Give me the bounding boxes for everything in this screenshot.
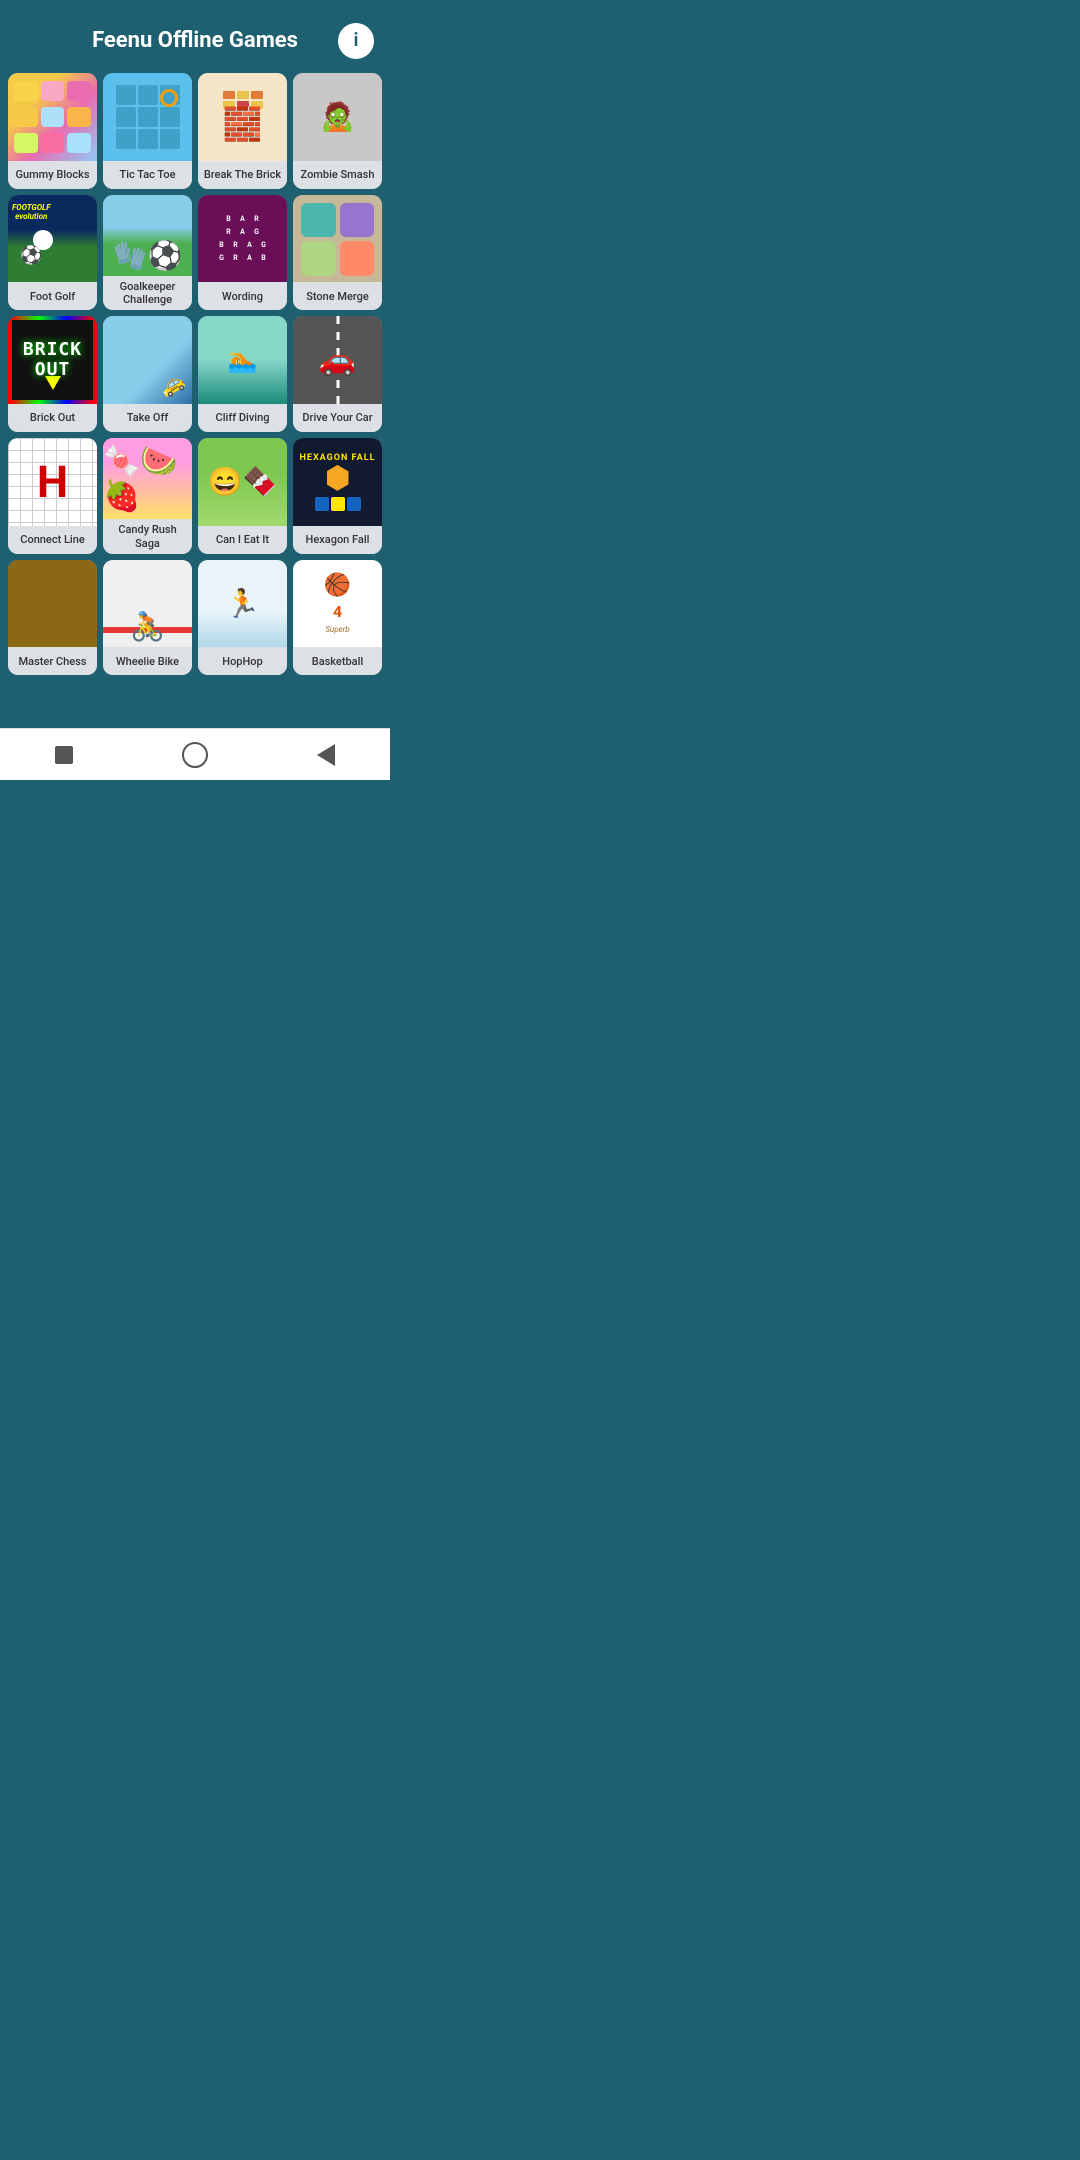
- game-card-hophop[interactable]: 🏃 HopHop: [198, 560, 287, 676]
- game-card-cliff-diving[interactable]: 🏊 Cliff Diving: [198, 316, 287, 432]
- game-card-drive-your-car[interactable]: 🚗 Drive Your Car: [293, 316, 382, 432]
- game-label-hophop: HopHop: [198, 647, 287, 675]
- game-thumb-wheelie-bike: 🚴: [103, 560, 192, 648]
- game-card-gummy-blocks[interactable]: Gummy Blocks: [8, 73, 97, 189]
- game-thumb-cliff-diving: 🏊: [198, 316, 287, 404]
- game-label-break-the-brick: Break The Brick: [198, 161, 287, 189]
- game-thumb-hophop: 🏃: [198, 560, 287, 648]
- game-card-goalkeeper-challenge[interactable]: 🧤⚽ Goalkeeper Challenge: [103, 195, 192, 311]
- game-label-cliff-diving: Cliff Diving: [198, 404, 287, 432]
- game-thumb-wording: BAR RAG BRAG GRAB: [198, 195, 287, 283]
- game-card-can-i-eat-it[interactable]: 😄🍫 Can I Eat It: [198, 438, 287, 554]
- game-card-foot-golf[interactable]: FOOTGOLFevolution ⚽ Foot Golf: [8, 195, 97, 311]
- game-card-hexagon-fall[interactable]: HEXAGON FALL Hexagon Fall: [293, 438, 382, 554]
- nav-recent-button[interactable]: [55, 746, 73, 764]
- game-thumb-can-i-eat-it: 😄🍫: [198, 438, 287, 526]
- game-card-break-the-brick[interactable]: 🧱 Break The Brick: [198, 73, 287, 189]
- game-label-stone-merge: Stone Merge: [293, 282, 382, 310]
- game-thumb-goalkeeper-challenge: 🧤⚽: [103, 195, 192, 276]
- game-label-hexagon-fall: Hexagon Fall: [293, 526, 382, 554]
- game-label-gummy-blocks: Gummy Blocks: [8, 161, 97, 189]
- app-title: Feenu Offline Games: [92, 28, 298, 53]
- game-thumb-connect-line: H: [8, 438, 97, 526]
- app-header: Feenu Offline Games i: [0, 0, 390, 69]
- nav-square-icon: [55, 746, 73, 764]
- game-card-stone-merge[interactable]: Stone Merge: [293, 195, 382, 311]
- game-card-wheelie-bike[interactable]: 🚴 Wheelie Bike: [103, 560, 192, 676]
- game-thumb-gummy-blocks: [8, 73, 97, 161]
- game-label-connect-line: Connect Line: [8, 526, 97, 554]
- game-label-wording: Wording: [198, 282, 287, 310]
- game-thumb-stone-merge: [293, 195, 382, 283]
- game-label-drive-your-car: Drive Your Car: [293, 404, 382, 432]
- games-grid: Gummy Blocks Tic Tac Toe: [0, 69, 390, 683]
- game-card-take-off[interactable]: 🚕 Take Off: [103, 316, 192, 432]
- game-label-wheelie-bike: Wheelie Bike: [103, 647, 192, 675]
- nav-back-button[interactable]: [317, 744, 335, 766]
- game-card-brick-out[interactable]: BRICKOUT Brick Out: [8, 316, 97, 432]
- game-card-zombie-smash[interactable]: 🧟 Zombie Smash: [293, 73, 382, 189]
- game-label-master-chess: Master Chess: [8, 647, 97, 675]
- bottom-navigation: [0, 728, 390, 780]
- game-label-tic-tac-toe: Tic Tac Toe: [103, 161, 192, 189]
- nav-circle-icon: [182, 742, 208, 768]
- nav-home-button[interactable]: [182, 742, 208, 768]
- game-card-wording[interactable]: BAR RAG BRAG GRAB Wording: [198, 195, 287, 311]
- game-card-connect-line[interactable]: H Connect Line: [8, 438, 97, 554]
- game-card-candy-rush-saga[interactable]: 🍬🍉🍓 Candy Rush Saga: [103, 438, 192, 554]
- game-label-candy-rush-saga: Candy Rush Saga: [103, 519, 192, 553]
- game-label-brick-out: Brick Out: [8, 404, 97, 432]
- game-thumb-brick-out: BRICKOUT: [8, 316, 97, 404]
- game-thumb-basketball: 🏀 4 Superb: [293, 560, 382, 648]
- game-thumb-foot-golf: FOOTGOLFevolution ⚽: [8, 195, 97, 283]
- game-thumb-take-off: 🚕: [103, 316, 192, 404]
- game-label-zombie-smash: Zombie Smash: [293, 161, 382, 189]
- game-thumb-master-chess: [8, 560, 97, 648]
- ttt-circle-icon: [160, 89, 178, 107]
- game-label-can-i-eat-it: Can I Eat It: [198, 526, 287, 554]
- game-thumb-drive-your-car: 🚗: [293, 316, 382, 404]
- game-card-basketball[interactable]: 🏀 4 Superb Basketball: [293, 560, 382, 676]
- game-card-tic-tac-toe[interactable]: Tic Tac Toe: [103, 73, 192, 189]
- game-thumb-hexagon-fall: HEXAGON FALL: [293, 438, 382, 526]
- game-label-foot-golf: Foot Golf: [8, 282, 97, 310]
- nav-back-icon: [317, 744, 335, 766]
- info-button[interactable]: i: [338, 23, 374, 59]
- game-thumb-candy-rush-saga: 🍬🍉🍓: [103, 438, 192, 519]
- game-card-master-chess[interactable]: Master Chess: [8, 560, 97, 676]
- game-label-goalkeeper-challenge: Goalkeeper Challenge: [103, 276, 192, 310]
- game-thumb-zombie-smash: 🧟: [293, 73, 382, 161]
- game-thumb-tic-tac-toe: [103, 73, 192, 161]
- game-label-take-off: Take Off: [103, 404, 192, 432]
- game-label-basketball: Basketball: [293, 647, 382, 675]
- game-thumb-break-the-brick: 🧱: [198, 73, 287, 161]
